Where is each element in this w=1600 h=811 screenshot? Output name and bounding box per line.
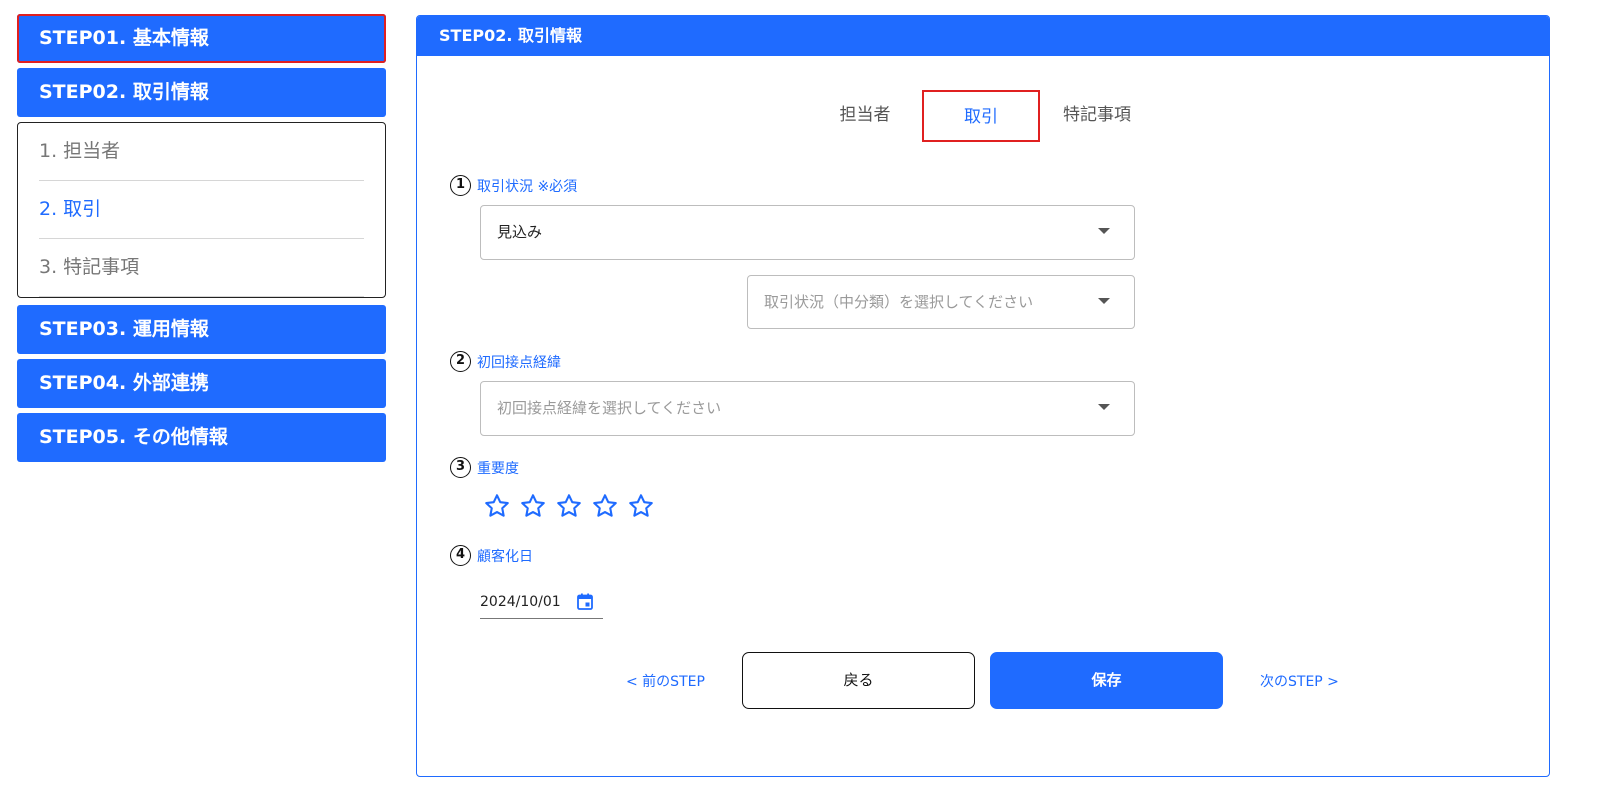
first-contact-select[interactable]: 初回接点経緯を選択してください [480,381,1135,436]
status-label-text: 取引状況 ※必須 [477,178,578,195]
status-sub-placeholder: 取引状況（中分類）を選択してください [764,293,1034,311]
status-field-label: 1 取引状況 ※必須 [450,175,577,196]
importance-rating [483,492,655,520]
step-sidebar: STEP01. 基本情報 STEP02. 取引情報 1. 担当者 2. 取引 3… [17,14,386,467]
tab-tokki[interactable]: 特記事項 [1057,90,1137,142]
substep-item-torihiki[interactable]: 2. 取引 [39,181,364,239]
tab-tantousha[interactable]: 担当者 [825,90,905,142]
star-icon[interactable] [555,492,583,520]
status-select-value: 見込み [497,223,543,241]
step-04-button[interactable]: STEP04. 外部連携 [17,359,386,408]
importance-field-label: 3 重要度 [450,457,519,478]
calendar-icon[interactable] [577,593,593,610]
back-button[interactable]: 戻る [742,652,975,709]
customer-date-label-text: 顧客化日 [477,548,533,565]
prev-step-link[interactable]: < 前のSTEP [626,671,705,691]
next-step-link[interactable]: 次のSTEP > [1260,671,1339,691]
importance-label-text: 重要度 [477,460,519,477]
first-contact-field-label: 2 初回接点経緯 [450,351,561,372]
customer-date-value: 2024/10/01 [480,594,561,610]
step-02-button[interactable]: STEP02. 取引情報 [17,68,386,117]
step-number-2: 2 [450,351,471,372]
step-01-button[interactable]: STEP01. 基本情報 [17,14,386,63]
substep-item-tokki[interactable]: 3. 特記事項 [39,239,364,297]
step-number-4: 4 [450,545,471,566]
step-number-3: 3 [450,457,471,478]
star-icon[interactable] [483,492,511,520]
chevron-down-icon [1098,404,1110,410]
star-icon[interactable] [519,492,547,520]
section-tabs: 担当者 取引 特記事項 [417,90,1549,142]
form-panel: STEP02. 取引情報 担当者 取引 特記事項 1 取引状況 ※必須 見込み … [416,15,1550,777]
customer-date-input[interactable]: 2024/10/01 [480,587,603,619]
customer-date-field-label: 4 顧客化日 [450,545,533,566]
step-05-button[interactable]: STEP05. その他情報 [17,413,386,462]
chevron-down-icon [1098,298,1110,304]
tab-torihiki[interactable]: 取引 [922,90,1040,142]
step-number-1: 1 [450,175,471,196]
chevron-down-icon [1098,228,1110,234]
save-button[interactable]: 保存 [990,652,1223,709]
substep-item-tantousha[interactable]: 1. 担当者 [39,123,364,181]
first-contact-placeholder: 初回接点経緯を選択してください [497,399,722,417]
status-select[interactable]: 見込み [480,205,1135,260]
status-sub-select[interactable]: 取引状況（中分類）を選択してください [747,275,1135,329]
first-contact-label-text: 初回接点経緯 [477,354,561,371]
star-icon[interactable] [627,492,655,520]
substep-list: 1. 担当者 2. 取引 3. 特記事項 [17,122,386,298]
panel-title: STEP02. 取引情報 [417,16,1549,56]
star-icon[interactable] [591,492,619,520]
step-03-button[interactable]: STEP03. 運用情報 [17,305,386,354]
